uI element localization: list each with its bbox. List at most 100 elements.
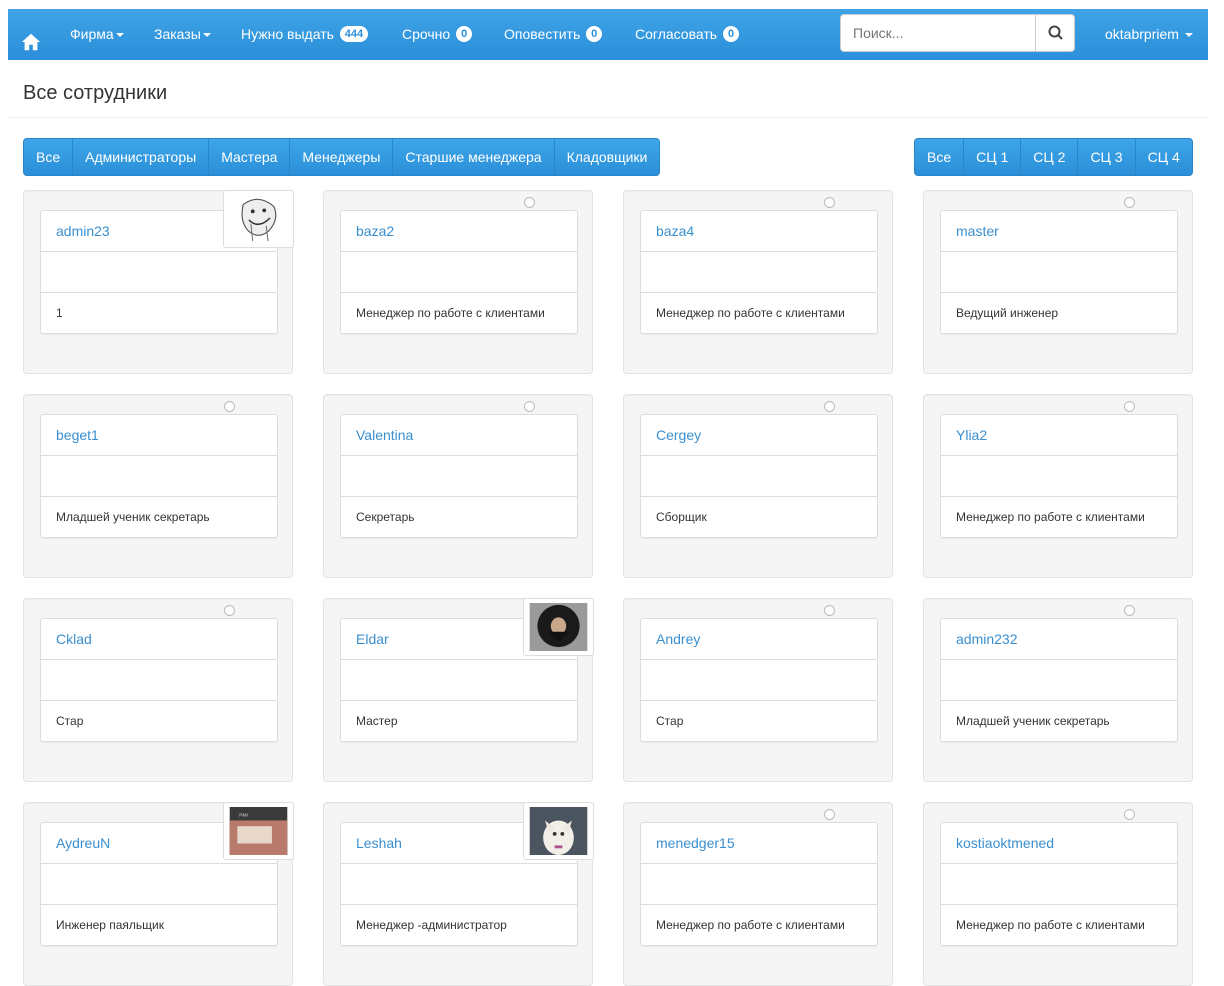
employee-panel: admin232 Младшей ученик секретарь: [940, 618, 1178, 742]
employee-name-link[interactable]: Andrey: [641, 619, 877, 660]
select-radio[interactable]: [224, 605, 235, 616]
employee-card[interactable]: admin23 1: [23, 190, 294, 374]
approve-count-badge: 0: [722, 26, 740, 43]
employee-card[interactable]: master Ведущий инженер: [923, 190, 1193, 374]
approve-link[interactable]: Согласовать 0: [635, 9, 740, 60]
home-icon[interactable]: [20, 23, 44, 51]
employee-info: [41, 660, 277, 701]
employee-name-link[interactable]: Valentina: [341, 415, 577, 456]
select-radio[interactable]: [1124, 401, 1135, 412]
employee-info: [41, 456, 277, 497]
select-radio[interactable]: [824, 197, 835, 208]
employee-role: Инженер паяльщик: [56, 918, 165, 932]
orders-menu[interactable]: Заказы: [154, 9, 211, 60]
employee-role: 1: [56, 306, 63, 320]
employee-panel: Valentina Секретарь: [340, 414, 578, 538]
select-radio[interactable]: [524, 197, 535, 208]
employee-card[interactable]: Andrey Стар: [623, 598, 893, 782]
filter-sc-3[interactable]: СЦ 3: [1078, 139, 1136, 175]
caret-down-icon: [1184, 33, 1193, 38]
employee-name-link[interactable]: beget1: [41, 415, 277, 456]
employee-name-link[interactable]: Cklad: [41, 619, 277, 660]
employee-panel: beget1 Младшей ученик секретарь: [40, 414, 278, 538]
employee-card[interactable]: Leshah Менеджер -администратор: [323, 802, 594, 986]
firm-menu-label: Фирма: [70, 26, 114, 42]
employee-panel: Andrey Стар: [640, 618, 878, 742]
user-name: oktabrpriem: [1105, 26, 1179, 42]
employee-card[interactable]: kostiaoktmened Менеджер по работе с клиен…: [923, 802, 1193, 986]
filter-role-managers[interactable]: Менеджеры: [290, 139, 394, 175]
employee-role: Ведущий инженер: [956, 306, 1059, 320]
employee-card[interactable]: Eldar Мастер: [323, 598, 594, 782]
employee-info: [341, 864, 577, 905]
employee-name-link[interactable]: baza2: [341, 211, 577, 252]
filter-role-storekeepers[interactable]: Кладовщики: [555, 139, 660, 175]
employee-name-link[interactable]: Ylia2: [941, 415, 1177, 456]
employee-info: [941, 660, 1177, 701]
select-radio[interactable]: [524, 401, 535, 412]
urgent-link[interactable]: Срочно 0: [402, 9, 473, 60]
employee-role: Младшей ученик секретарь: [56, 510, 210, 524]
employee-photo[interactable]: [223, 190, 294, 248]
search-button[interactable]: [1035, 14, 1075, 52]
filter-role-admins[interactable]: Администраторы: [73, 139, 210, 175]
employee-name-link[interactable]: admin232: [941, 619, 1177, 660]
employee-card[interactable]: Ylia2 Менеджер по работе с клиентами: [923, 394, 1193, 578]
employee-info: [41, 864, 277, 905]
employee-card[interactable]: Cergey Сборщик: [623, 394, 893, 578]
select-radio[interactable]: [824, 605, 835, 616]
employee-card[interactable]: Cklad Стар: [23, 598, 293, 782]
select-radio[interactable]: [1124, 197, 1135, 208]
employee-name-link[interactable]: master: [941, 211, 1177, 252]
divider: [8, 117, 1208, 118]
issue-link[interactable]: Нужно выдать 444: [241, 9, 369, 60]
employee-name-link[interactable]: baza4: [641, 211, 877, 252]
filter-role-masters[interactable]: Мастера: [209, 139, 291, 175]
search-input[interactable]: [840, 14, 1036, 52]
notify-label: Оповестить: [504, 26, 581, 42]
employee-role: Менеджер по работе с клиентами: [956, 918, 1145, 932]
employee-photo[interactable]: [523, 802, 594, 860]
filter-role-senior-managers[interactable]: Старшие менеджера: [393, 139, 555, 175]
employee-card[interactable]: Valentina Секретарь: [323, 394, 593, 578]
filter-sc-all[interactable]: Все: [915, 139, 965, 175]
employee-card[interactable]: baza2 Менеджер по работе с клиентами: [323, 190, 593, 374]
employee-photo[interactable]: [523, 598, 594, 656]
employee-name-link[interactable]: kostiaoktmened: [941, 823, 1177, 864]
user-menu[interactable]: oktabrpriem: [1105, 9, 1193, 60]
employee-role: Менеджер по работе с клиентами: [656, 306, 845, 320]
notify-count-badge: 0: [586, 26, 603, 43]
notify-link[interactable]: Оповестить 0: [504, 9, 603, 60]
employee-card[interactable]: menedger15 Менеджер по работе с клиентами: [623, 802, 893, 986]
employee-panel: master Ведущий инженер: [940, 210, 1178, 334]
employee-name-link[interactable]: Cergey: [641, 415, 877, 456]
employee-role: Менеджер по работе с клиентами: [656, 918, 845, 932]
issue-count-badge: 444: [339, 26, 369, 43]
employee-card[interactable]: admin232 Младшей ученик секретарь: [923, 598, 1193, 782]
filter-sc-2[interactable]: СЦ 2: [1021, 139, 1079, 175]
employee-info: [641, 864, 877, 905]
employee-card[interactable]: baza4 Менеджер по работе с клиентами: [623, 190, 893, 374]
select-radio[interactable]: [824, 401, 835, 412]
firm-menu[interactable]: Фирма: [70, 9, 124, 60]
select-radio[interactable]: [824, 809, 835, 820]
select-radio[interactable]: [224, 401, 235, 412]
top-navbar: Фирма Заказы Нужно выдать 444 Срочно 0 О…: [8, 9, 1208, 60]
search-icon: [1048, 25, 1063, 40]
employee-photo[interactable]: ΡΜΙ: [223, 802, 294, 860]
employee-info: [941, 864, 1177, 905]
filter-sc-1[interactable]: СЦ 1: [964, 139, 1022, 175]
page-title: Все сотрудники: [23, 82, 168, 104]
filter-sc-4[interactable]: СЦ 4: [1136, 139, 1192, 175]
employee-panel: Ylia2 Менеджер по работе с клиентами: [940, 414, 1178, 538]
filter-role-all[interactable]: Все: [24, 139, 74, 175]
employee-role: Сборщик: [656, 510, 707, 524]
select-radio[interactable]: [1124, 605, 1135, 616]
employee-info: [641, 456, 877, 497]
employee-name-link[interactable]: menedger15: [641, 823, 877, 864]
employee-card[interactable]: beget1 Младшей ученик секретарь: [23, 394, 293, 578]
employee-role: Менеджер по работе с клиентами: [956, 510, 1145, 524]
caret-down-icon: [202, 33, 211, 38]
select-radio[interactable]: [1124, 809, 1135, 820]
employee-card[interactable]: AydreuN Инженер паяльщик ΡΜΙ: [23, 802, 294, 986]
